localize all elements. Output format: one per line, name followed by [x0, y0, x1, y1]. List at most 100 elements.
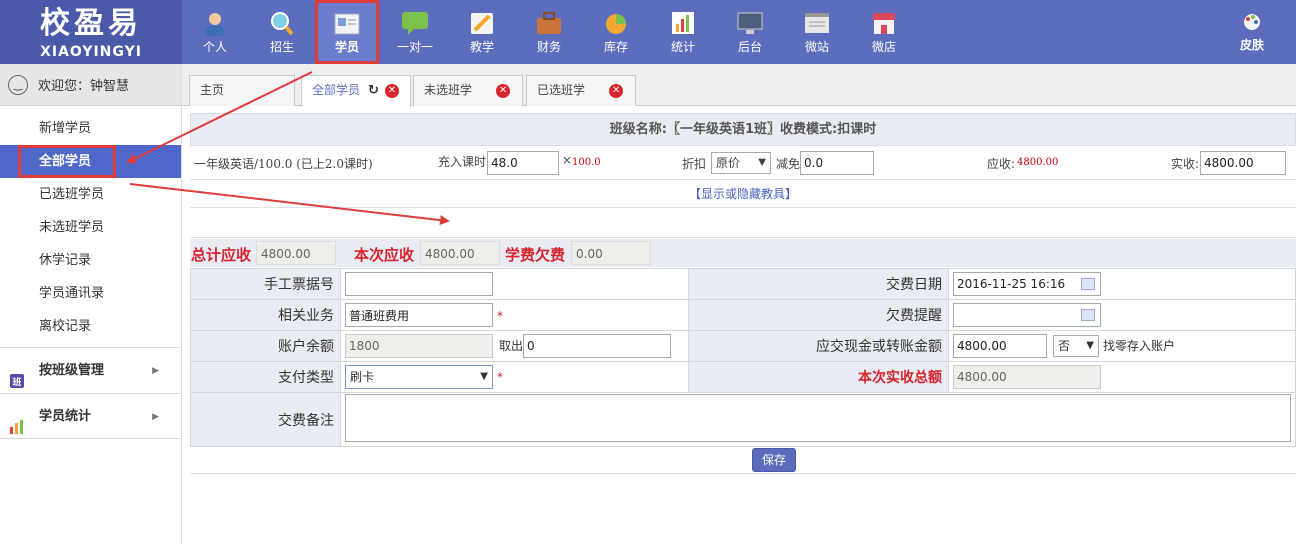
refresh-icon[interactable]: ↻: [368, 77, 379, 105]
tuition-arrears-value: 0.00: [571, 241, 651, 265]
sidebar-item-suspension-records[interactable]: 休学记录: [0, 244, 181, 277]
reduce-label: 减免: [776, 157, 801, 171]
total-receivable-value: 4800.00: [256, 241, 336, 265]
nav-finance[interactable]: 财务: [519, 0, 579, 64]
nav-micro-site[interactable]: 微站: [787, 0, 847, 64]
discount-select[interactable]: 原价 ▼: [711, 152, 771, 174]
welcome-text: 欢迎您：钟智慧: [38, 79, 130, 94]
withdraw-input[interactable]: [523, 334, 672, 358]
nav-inventory[interactable]: 库存: [586, 0, 646, 64]
close-icon[interactable]: ✕: [496, 83, 511, 98]
sidebar-item-unenrolled-students[interactable]: 未选班学员: [0, 211, 181, 244]
sidebar-group-student-stats[interactable]: 学员统计 ▶: [0, 393, 181, 439]
nav-skin[interactable]: 皮肤: [1222, 0, 1282, 64]
paid-label: 实收:: [1171, 157, 1200, 171]
close-icon[interactable]: ✕: [384, 83, 399, 98]
divider: [190, 473, 1296, 474]
nav-statistics[interactable]: 统计: [653, 0, 713, 64]
discount-label: 折扣: [682, 157, 707, 171]
total-paid-input: [953, 365, 1101, 389]
cash-amount-label: 应交现金或转账金额: [688, 330, 949, 362]
pay-type-select[interactable]: 刷卡 ▼: [345, 365, 493, 389]
nav-micro-shop[interactable]: 微店: [854, 0, 914, 64]
logo: 校盈易 XIAOYINGYI: [0, 0, 182, 64]
highlight-box: [18, 145, 116, 178]
tab-unenrolled[interactable]: 未选班学 ✕: [413, 75, 523, 106]
unit-price: 100.0: [572, 157, 601, 168]
tab-label: 已选班学: [537, 83, 586, 97]
bar-chart-icon: [668, 10, 698, 36]
sidebar-group-class-management[interactable]: 班 按班级管理 ▶: [0, 347, 181, 393]
smiley-icon: ‿: [8, 74, 28, 95]
save-button[interactable]: 保存: [752, 448, 796, 472]
close-icon[interactable]: ✕: [609, 83, 624, 98]
sidebar-item-all-students[interactable]: 全部学员: [0, 145, 181, 178]
course-row: 一年级英语/100.0 (已上2.0课时) 充入课时 × 100.0 折扣 原价…: [190, 146, 1296, 180]
reduce-input[interactable]: [800, 151, 874, 175]
toggle-teaching-aids-link[interactable]: 【显示或隐藏教具】: [190, 180, 1296, 208]
nav-label: 一对一: [396, 40, 433, 54]
balance-label: 账户余额: [190, 330, 341, 362]
tab-label: 全部学员: [312, 83, 361, 97]
nav-personal[interactable]: 个人: [185, 0, 245, 64]
pay-type-value: 刷卡: [350, 370, 375, 384]
person-icon: [200, 10, 230, 36]
sidebar-item-add-student[interactable]: 新增学员: [0, 112, 181, 145]
chevron-right-icon: ▶: [152, 366, 159, 376]
pencil-note-icon: [467, 10, 497, 36]
welcome-bar: ‿ 欢迎您：钟智慧: [0, 64, 181, 106]
briefcase-icon: [534, 10, 564, 36]
change-option: 否: [1058, 339, 1071, 353]
nav-label: 财务: [536, 40, 561, 54]
current-receivable-label: 本次应收: [354, 246, 415, 264]
total-receivable-label: 总计应收: [191, 246, 252, 264]
withdraw-label: 取出: [499, 339, 524, 353]
required-asterisk: *: [497, 370, 503, 384]
nav-label: 学员: [334, 40, 359, 54]
business-input[interactable]: [345, 303, 493, 327]
nav-one-on-one[interactable]: 一对一: [385, 0, 445, 64]
course-name: 一年级英语/100.0 (已上2.0课时): [194, 157, 373, 171]
tab-all-students[interactable]: 全部学员 ↻ ✕: [301, 75, 411, 107]
change-to-account-text: 找零存入账户: [1103, 339, 1176, 353]
nav-label: 统计: [670, 40, 695, 54]
pie-icon: [601, 10, 631, 36]
teaching-aids-area: [190, 208, 1296, 238]
paid-input[interactable]: [1200, 151, 1286, 175]
pay-type-label: 支付类型: [190, 361, 341, 393]
cash-amount-input[interactable]: [953, 334, 1047, 358]
required-asterisk: *: [497, 308, 503, 323]
calendar-icon[interactable]: [1081, 309, 1095, 321]
class-icon: 班: [9, 363, 25, 388]
arrears-reminder-input[interactable]: [953, 303, 1101, 327]
nav-label: 库存: [603, 40, 628, 54]
tab-enrolled[interactable]: 已选班学 ✕: [526, 75, 636, 106]
sidebar-item-enrolled-students[interactable]: 已选班学员: [0, 178, 181, 211]
webpage-icon: [802, 10, 832, 36]
caret-down-icon: ▼: [1086, 340, 1094, 351]
nav-enroll[interactable]: 招生: [252, 0, 312, 64]
nav-teaching[interactable]: 教学: [452, 0, 512, 64]
sidebar-item-student-contacts[interactable]: 学员通讯录: [0, 277, 181, 310]
balance-input: [345, 334, 493, 358]
nav-label: 微站: [804, 40, 829, 54]
chat-bubble-icon: [400, 10, 430, 36]
magnifier-icon: [267, 10, 297, 36]
discount-value: 原价: [716, 156, 741, 170]
tab-home[interactable]: 主页: [189, 75, 295, 106]
sidebar-group-label: 按班级管理: [39, 363, 105, 378]
stats-icon: [9, 409, 25, 434]
tab-bar: 主页 全部学员 ↻ ✕ 未选班学 ✕ 已选班学 ✕: [182, 64, 1296, 107]
charge-hours-input[interactable]: [487, 151, 559, 175]
receipt-input[interactable]: [345, 272, 493, 296]
nav-backend[interactable]: 后台: [720, 0, 780, 64]
sidebar: ‿ 欢迎您：钟智慧 新增学员 全部学员 已选班学员 未选班学员 休学记录 学员通…: [0, 64, 182, 544]
total-paid-label: 本次实收总额: [688, 361, 949, 393]
note-textarea[interactable]: [345, 393, 1291, 442]
change-select[interactable]: 否 ▼: [1053, 335, 1099, 357]
sidebar-item-leave-records[interactable]: 离校记录: [0, 310, 181, 343]
svg-text:班: 班: [12, 376, 21, 388]
pay-date-input[interactable]: [953, 272, 1101, 296]
calendar-icon[interactable]: [1081, 278, 1095, 290]
nav-student[interactable]: 学员: [315, 0, 379, 64]
